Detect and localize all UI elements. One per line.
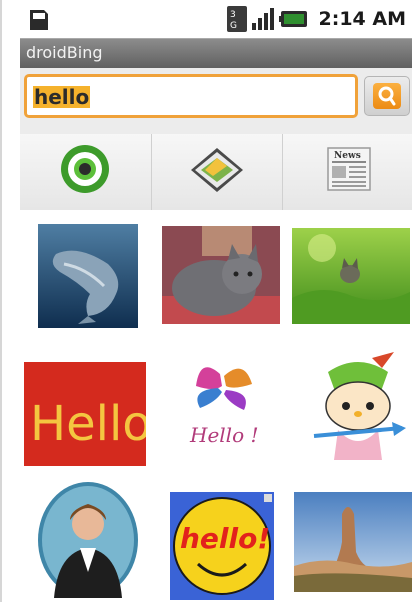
result-image-rock-formation[interactable]	[294, 492, 412, 592]
search-input[interactable]: hello	[24, 74, 358, 118]
status-bar: 3 G 2:14 AM	[12, 0, 412, 38]
result-image-hello-red-knit[interactable]: Hello	[24, 362, 146, 466]
newspaper-icon: News	[326, 147, 371, 191]
sd-card-icon	[30, 10, 48, 30]
search-query-text: hello	[33, 85, 91, 109]
tab-web[interactable]	[20, 134, 152, 210]
app-title: droidBing	[26, 43, 103, 62]
search-area: hello	[20, 68, 412, 134]
result-image-hello-yellow-smiley[interactable]: hello!	[170, 492, 274, 600]
image-icon	[191, 148, 243, 192]
result-image-portrait-man[interactable]	[36, 482, 140, 598]
status-time: 2:14 AM	[318, 8, 407, 30]
svg-text:G: G	[230, 21, 237, 31]
search-icon	[378, 86, 396, 106]
search-button[interactable]	[364, 76, 410, 116]
signal-icon	[251, 8, 274, 30]
category-tabs: News	[20, 134, 412, 210]
hello-script-text: Hello !	[189, 423, 259, 447]
result-image-hello-butterfly-script[interactable]: Hello !	[170, 356, 276, 456]
result-image-gray-cat[interactable]	[162, 226, 280, 324]
tab-images[interactable]	[152, 134, 284, 210]
result-image-hello-kitty-archer[interactable]	[308, 352, 408, 468]
hello-smiley-text: hello!	[180, 522, 270, 555]
tab-news[interactable]: News	[283, 134, 412, 210]
battery-icon	[278, 11, 307, 27]
news-label: News	[334, 151, 361, 161]
result-image-dolphin[interactable]	[38, 224, 138, 328]
hello-knit-text: Hello	[30, 396, 146, 452]
web-target-icon	[61, 145, 110, 193]
3g-icon: 3 G	[226, 6, 247, 32]
result-image-kitten-in-grass[interactable]	[292, 228, 410, 324]
device-screen: 3 G 2:14 AM droidBing hello News Hello H…	[0, 0, 412, 602]
svg-text:3: 3	[230, 10, 236, 20]
image-results-grid: Hello Hello ! hello!	[20, 212, 412, 602]
app-title-bar: droidBing	[20, 38, 412, 69]
